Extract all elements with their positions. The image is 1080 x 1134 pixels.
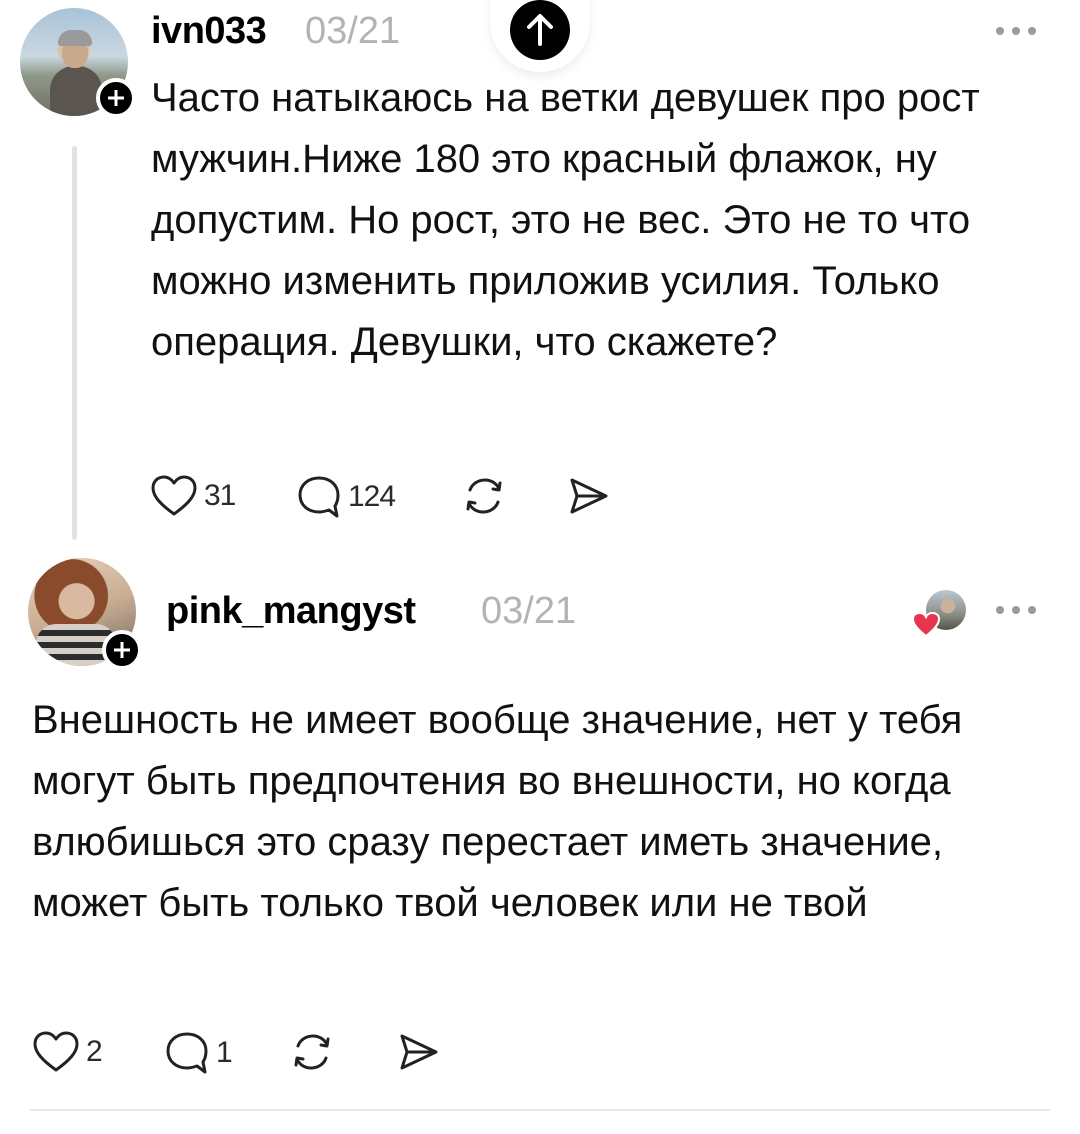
- repost-button[interactable]: [290, 1030, 334, 1074]
- send-icon: [400, 1034, 438, 1070]
- follow-plus-icon[interactable]: [102, 630, 142, 670]
- send-icon: [570, 478, 608, 514]
- repost-icon: [466, 478, 502, 514]
- follow-plus-icon[interactable]: [96, 78, 136, 118]
- post-text: Внешность не имеет вообще значение, нет …: [32, 698, 963, 925]
- like-button[interactable]: 2: [32, 1030, 103, 1074]
- like-count: 2: [86, 1035, 103, 1068]
- repost-icon: [294, 1034, 330, 1070]
- share-button[interactable]: [566, 474, 610, 518]
- comment-icon: [298, 476, 340, 518]
- thread-line: [72, 146, 77, 540]
- avatar-figure: [50, 66, 102, 116]
- heart-icon: [151, 475, 197, 516]
- arrow-up-icon: [527, 14, 553, 46]
- post-date: 03/21: [305, 10, 401, 52]
- repost-button[interactable]: [462, 474, 506, 518]
- more-options-icon[interactable]: [996, 25, 1040, 37]
- reply-count: 124: [348, 480, 396, 513]
- avatar-hat: [58, 30, 92, 46]
- scroll-to-top-circle[interactable]: [510, 0, 570, 60]
- post-text: Часто натыкаюсь на ветки девушек про рос…: [151, 76, 980, 364]
- reply-button[interactable]: 1: [164, 1030, 233, 1076]
- more-options-icon[interactable]: [996, 604, 1040, 616]
- liked-heart-icon: [912, 612, 940, 638]
- post-divider: [30, 1109, 1050, 1111]
- like-count: 31: [204, 479, 236, 512]
- reply-count: 1: [216, 1036, 233, 1069]
- username[interactable]: ivn033: [151, 10, 267, 53]
- share-button[interactable]: [396, 1030, 440, 1074]
- username[interactable]: pink_mangyst: [166, 590, 416, 633]
- scroll-to-top-button[interactable]: [490, 0, 590, 72]
- post-date: 03/21: [481, 590, 577, 632]
- reply-button[interactable]: 124: [296, 474, 396, 520]
- comment-icon: [166, 1032, 208, 1074]
- like-button[interactable]: 31: [150, 474, 236, 518]
- heart-icon: [33, 1031, 79, 1072]
